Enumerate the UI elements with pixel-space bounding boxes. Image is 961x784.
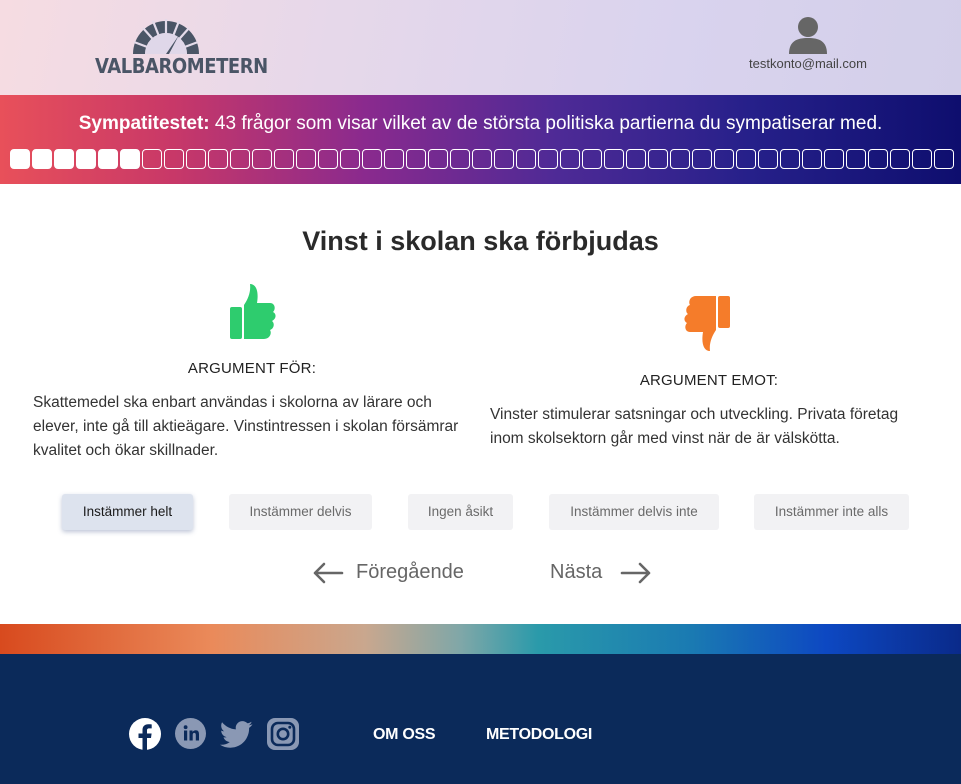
argument-for-text: Skattemedel ska enbart användas i skolor… (33, 394, 459, 459)
progress-box (692, 149, 712, 169)
instagram-icon[interactable] (267, 718, 299, 750)
progress-box (362, 149, 382, 169)
progress-box (472, 149, 492, 169)
arrow-right-icon (620, 562, 651, 584)
argument-for-heading: ARGUMENT FÖR: (187, 360, 317, 377)
progress-box (252, 149, 272, 169)
progress-box (934, 149, 954, 169)
option-no-opinion-button[interactable]: Ingen åsikt (408, 494, 513, 530)
banner-title: Sympatitestet: 43 frågor som visar vilke… (0, 113, 961, 135)
argument-against-text: Vinster stimulerar satsningar och utveck… (490, 406, 899, 447)
progress-box (736, 149, 756, 169)
progress-box (846, 149, 866, 169)
progress-box (802, 149, 822, 169)
progress-box (582, 149, 602, 169)
user-account[interactable]: testkonto@mail.com (742, 16, 874, 71)
progress-box (648, 149, 668, 169)
progress-box (318, 149, 338, 169)
progress-box (868, 149, 888, 169)
progress-box (604, 149, 624, 169)
progress-box (780, 149, 800, 169)
progress-box (10, 149, 30, 169)
progress-box (494, 149, 514, 169)
option-agree-partly-button[interactable]: Instämmer delvis (229, 494, 372, 530)
progress-box (186, 149, 206, 169)
twitter-icon[interactable] (220, 721, 253, 749)
thumbs-up-icon (230, 284, 276, 339)
arrow-left-icon (313, 562, 344, 584)
previous-label: Föregående (356, 561, 464, 583)
user-email: testkonto@mail.com (749, 56, 867, 71)
progress-box (890, 149, 910, 169)
progress-box (164, 149, 184, 169)
progress-box (912, 149, 932, 169)
progress-box (76, 149, 96, 169)
next-label: Nästa (550, 561, 603, 583)
progress-box (538, 149, 558, 169)
option-disagree-partly-button[interactable]: Instämmer delvis inte (549, 494, 719, 530)
gauge-logo-icon (133, 19, 199, 54)
footer-about-link[interactable]: OM OSS (373, 726, 436, 744)
user-avatar-icon (789, 17, 827, 54)
linkedin-icon[interactable] (175, 718, 206, 749)
progress-box (824, 149, 844, 169)
progress-box (758, 149, 778, 169)
banner-title-rest: 43 frågor som visar vilket av de största… (209, 113, 883, 134)
test-banner: Sympatitestet: 43 frågor som visar vilke… (0, 95, 961, 184)
banner-title-bold: Sympatitestet: (78, 113, 210, 134)
progress-box (120, 149, 140, 169)
progress-box (626, 149, 646, 169)
decorative-stripe (0, 624, 961, 654)
progress-box (98, 149, 118, 169)
progress-box (516, 149, 536, 169)
facebook-icon[interactable] (129, 718, 161, 750)
progress-box (450, 149, 470, 169)
progress-box (208, 149, 228, 169)
logo[interactable]: VALBAROMETERN (95, 18, 268, 80)
option-agree-fully-button[interactable]: Instämmer helt (62, 494, 193, 530)
thumbs-down-icon (684, 296, 730, 351)
progress-box (384, 149, 404, 169)
question-title: Vinst i skolan ska förbjudas (302, 226, 659, 256)
site-footer: OM OSS METODOLOGI (0, 654, 961, 784)
progress-box (406, 149, 426, 169)
progress-box (560, 149, 580, 169)
argument-against-heading: ARGUMENT EMOT: (639, 372, 779, 389)
progress-box (428, 149, 448, 169)
progress-box (714, 149, 734, 169)
progress-box (142, 149, 162, 169)
site-header: VALBAROMETERN testkonto@mail.com (0, 0, 961, 95)
option-disagree-fully-button[interactable]: Instämmer inte alls (754, 494, 909, 530)
progress-box (32, 149, 52, 169)
question-progress (10, 149, 954, 169)
progress-box (670, 149, 690, 169)
progress-box (230, 149, 250, 169)
logo-text: VALBAROMETERN (95, 54, 268, 78)
footer-methodology-link[interactable]: METODOLOGI (486, 726, 592, 744)
progress-box (296, 149, 316, 169)
progress-box (340, 149, 360, 169)
progress-box (54, 149, 74, 169)
progress-box (274, 149, 294, 169)
